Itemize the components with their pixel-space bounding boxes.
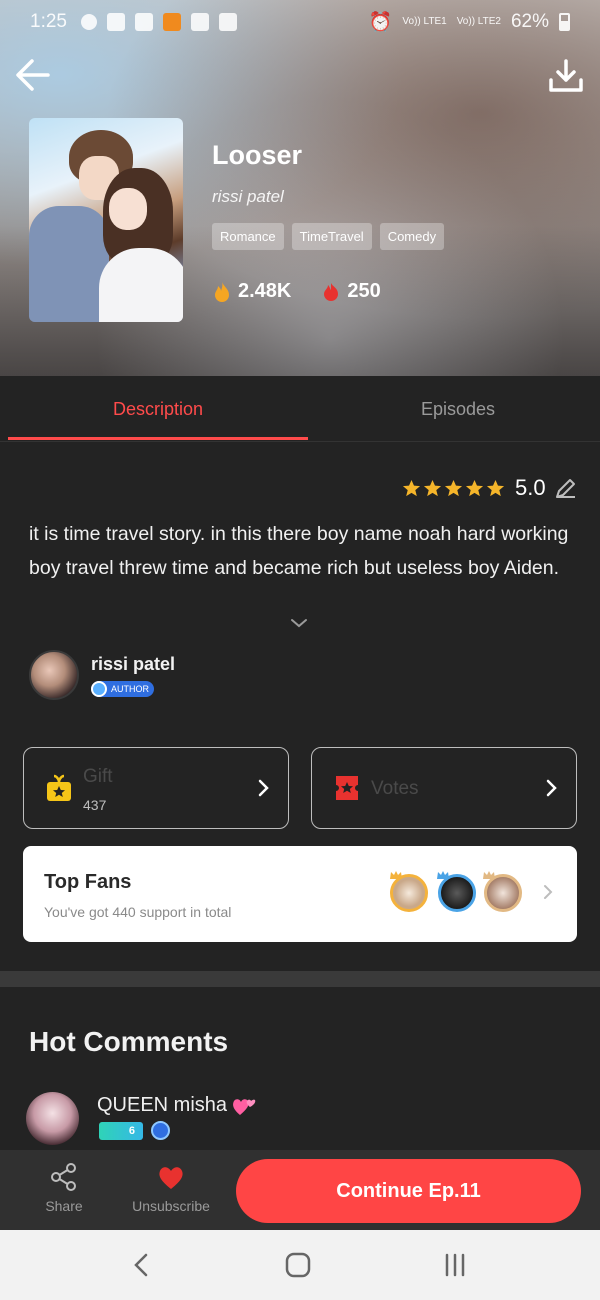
author-badge: AUTHOR (91, 681, 154, 697)
ticket-icon (336, 776, 358, 800)
continue-reading-button[interactable]: Continue Ep.11 (236, 1159, 581, 1223)
unsubscribe-label: Unsubscribe (132, 1198, 210, 1214)
mail-icon (134, 13, 153, 31)
star-icon (402, 479, 421, 496)
book-stats: 2.48K 250 (212, 280, 411, 303)
hot-comments-title: Hot Comments (29, 1026, 229, 1057)
star-icon (465, 479, 484, 496)
tag-romance[interactable]: Romance (212, 223, 284, 250)
download-icon[interactable] (547, 58, 585, 94)
notification-icons (80, 13, 237, 31)
system-nav-bar (0, 1230, 600, 1300)
share-icon (51, 1163, 76, 1191)
gift-count: 437 (83, 797, 107, 813)
commenter-badges: 6 (99, 1121, 170, 1140)
genre-tags: Romance TimeTravel Comedy (212, 223, 445, 250)
top-fans-subtitle: You've got 440 support in total (44, 904, 232, 920)
rating-value: 5.0 (515, 475, 546, 500)
alarm-icon: ⏰ (368, 12, 393, 33)
tab-episodes[interactable]: Episodes (308, 376, 600, 442)
author-badge-icon (91, 681, 107, 697)
unsubscribe-button[interactable]: Unsubscribe (126, 1162, 216, 1214)
book-cover[interactable] (29, 118, 183, 322)
gift-title: Gift (83, 766, 113, 787)
section-divider (0, 971, 600, 987)
gift-button[interactable]: Gift 437 (23, 747, 289, 829)
signal-lte1: Vo)) LTE1 (402, 16, 447, 27)
status-time: 1:25 (30, 11, 67, 32)
gift-icon (47, 774, 71, 801)
crown-icon (390, 871, 402, 879)
level-badge: 6 (99, 1121, 143, 1140)
crown-icon (483, 871, 495, 879)
arrow-left-icon[interactable] (14, 56, 52, 94)
commenter-name[interactable]: QUEEN misha (97, 1094, 227, 1117)
chevron-down-icon[interactable] (288, 614, 310, 632)
author-name[interactable]: rissi patel (91, 654, 175, 675)
star-icon (423, 479, 442, 496)
top-fans-title: Top Fans (44, 871, 132, 893)
views-stat: 2.48K (212, 280, 291, 303)
votes-button[interactable]: Votes (311, 747, 577, 829)
author-badge-label: AUTHOR (111, 684, 149, 694)
app-icon (162, 13, 181, 31)
book-author[interactable]: rissi patel (212, 187, 284, 207)
hearts-emoji-icon (233, 1098, 256, 1115)
views-count: 2.48K (238, 280, 292, 302)
chevron-right-icon (546, 779, 557, 797)
crown-icon (437, 871, 449, 879)
checkbox-icon (106, 13, 125, 31)
active-tab-indicator (8, 437, 308, 440)
fire-icon (215, 281, 229, 302)
tag-timetravel[interactable]: TimeTravel (291, 223, 372, 250)
cover-art (99, 248, 183, 322)
book-description: it is time travel story. in this there b… (29, 523, 569, 579)
cover-art (109, 188, 147, 230)
edit-rating-icon[interactable] (554, 476, 578, 500)
heart-icon (159, 1167, 183, 1189)
author-row[interactable]: rissi patel AUTHOR (29, 650, 175, 702)
nav-home-icon[interactable] (284, 1251, 312, 1279)
star-icon (444, 479, 463, 496)
notification-icon (80, 14, 97, 30)
rating: 5.0 (402, 475, 578, 501)
signal-lte2: Vo)) LTE2 (456, 16, 501, 27)
translate-icon (190, 13, 209, 31)
votes-count: 250 (347, 280, 381, 302)
tag-comedy[interactable]: Comedy (379, 223, 445, 250)
tab-bar: Description Episodes (0, 376, 600, 442)
vote-icon (324, 282, 339, 301)
star-icon (486, 479, 505, 496)
vip-badge-icon (151, 1121, 170, 1140)
commenter-avatar[interactable] (26, 1092, 79, 1145)
tab-description[interactable]: Description (8, 376, 308, 442)
battery-icon (559, 13, 570, 31)
status-right: ⏰ Vo)) LTE1 Vo)) LTE2 62% (369, 10, 570, 34)
battery-percent: 62% (510, 11, 549, 32)
book-title: Looser (212, 140, 303, 170)
nav-recents-icon[interactable] (441, 1251, 469, 1279)
chevron-right-icon (544, 885, 553, 899)
image-icon (218, 13, 237, 31)
votes-title: Votes (371, 778, 419, 799)
bottom-action-bar: Share Unsubscribe Continue Ep.11 (0, 1150, 600, 1230)
status-bar: 1:25 ⏰ Vo)) LTE1 Vo)) LTE2 62% (0, 0, 600, 44)
top-fans-card[interactable]: Top Fans You've got 440 support in total (23, 846, 577, 942)
cover-art (29, 206, 109, 322)
author-avatar[interactable] (29, 650, 79, 700)
share-button[interactable]: Share (19, 1162, 109, 1214)
nav-back-icon[interactable] (128, 1251, 156, 1279)
commenter-name-row: QUEEN misha (97, 1094, 257, 1117)
votes-stat: 250 (321, 280, 381, 303)
author-info: rissi patel AUTHOR (91, 650, 175, 702)
chevron-right-icon (258, 779, 269, 797)
share-label: Share (45, 1198, 83, 1214)
